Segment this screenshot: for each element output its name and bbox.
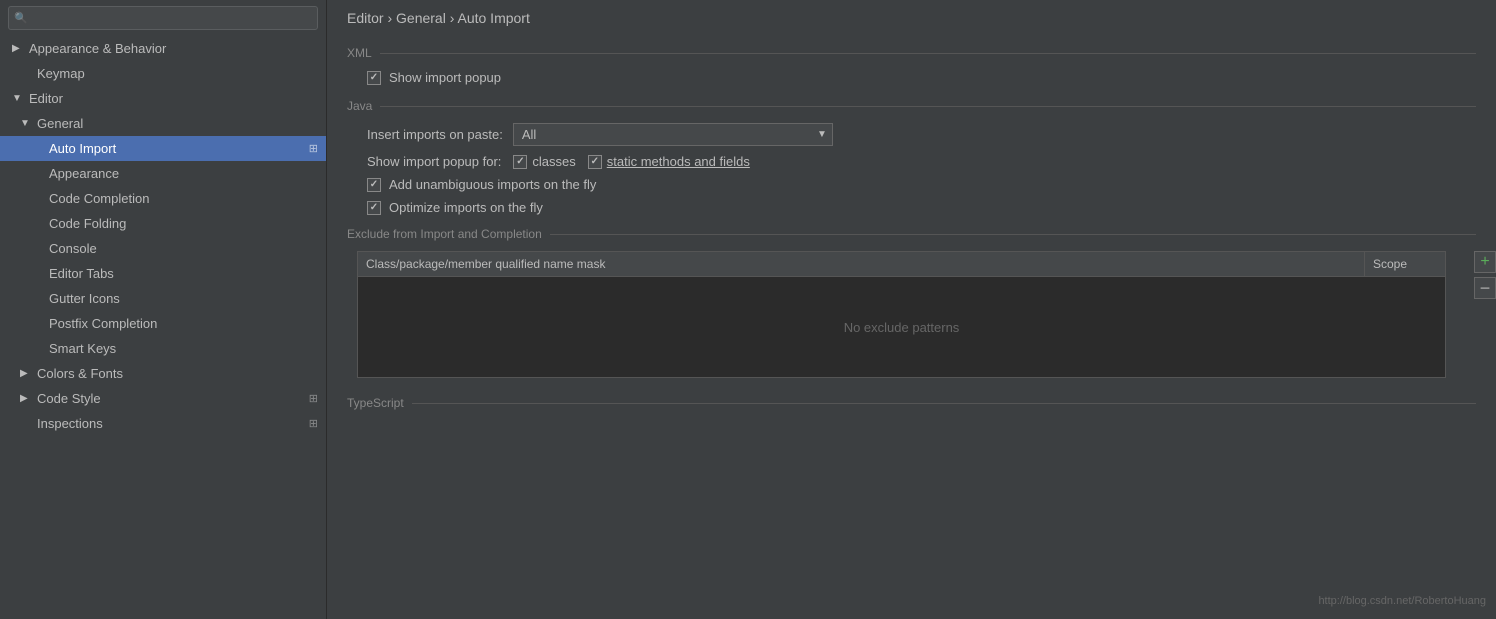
sidebar-item-editor-tabs[interactable]: Editor Tabs (0, 261, 326, 286)
sidebar-item-label: Appearance (49, 166, 119, 181)
nav-list: ▶ Appearance & Behavior Keymap ▼ Editor ▼ Gene… (0, 36, 326, 436)
sidebar-item-keymap[interactable]: Keymap (0, 61, 326, 86)
sidebar-item-gutter-icons[interactable]: Gutter Icons (0, 286, 326, 311)
exclude-buttons: + − (1474, 251, 1496, 299)
arrow-icon: ▶ (20, 393, 32, 404)
sidebar-item-appearance-behavior[interactable]: ▶ Appearance & Behavior (0, 36, 326, 61)
sidebar-item-label: Inspections (37, 416, 103, 431)
sidebar-item-inspections[interactable]: Inspections ⊞ (0, 411, 326, 436)
main-panel: Editor › General › Auto Import XML Show … (327, 0, 1496, 619)
sidebar-item-label: Gutter Icons (49, 291, 120, 306)
exclude-section: Exclude from Import and Completion Class… (347, 227, 1476, 378)
sidebar-item-postfix-completion[interactable]: Postfix Completion (0, 311, 326, 336)
insert-paste-row: Insert imports on paste: All Ask None ▼ (367, 123, 1476, 146)
arrow-icon: ▼ (12, 93, 24, 104)
exclude-section-header: Exclude from Import and Completion (347, 227, 1476, 241)
sidebar-item-label: Auto Import (49, 141, 116, 156)
sidebar-item-code-completion[interactable]: Code Completion (0, 186, 326, 211)
xml-show-import-checkbox[interactable] (367, 71, 381, 85)
content-area: XML Show import popup Java Insert import… (327, 36, 1496, 619)
show-import-popup-label: Show import popup for: (367, 154, 501, 169)
sidebar-item-label: Editor Tabs (49, 266, 114, 281)
sidebar-item-label: Keymap (37, 66, 85, 81)
search-box-wrap (0, 0, 326, 36)
exclude-table-header: Class/package/member qualified name mask… (358, 252, 1445, 277)
classes-checkbox[interactable] (513, 155, 527, 169)
sidebar-item-smart-keys[interactable]: Smart Keys (0, 336, 326, 361)
exclude-table-wrap: Class/package/member qualified name mask… (347, 251, 1466, 378)
add-unambiguous-row: Add unambiguous imports on the fly (367, 177, 1476, 192)
xml-section-header: XML (347, 46, 1476, 60)
remove-pattern-button[interactable]: − (1474, 277, 1496, 299)
sidebar-item-label: Code Style (37, 391, 101, 406)
sidebar-item-label: Appearance & Behavior (29, 41, 166, 56)
sidebar-item-label: Code Folding (49, 216, 126, 231)
add-pattern-button[interactable]: + (1474, 251, 1496, 273)
xml-show-import-label: Show import popup (389, 70, 501, 85)
sidebar-item-console[interactable]: Console (0, 236, 326, 261)
show-import-popup-row: Show import popup for: classes static me… (367, 154, 1476, 169)
insert-imports-label: Insert imports on paste: (367, 127, 503, 142)
classes-label: classes (532, 154, 575, 169)
sidebar-item-code-style[interactable]: ▶ Code Style ⊞ (0, 386, 326, 411)
arrow-icon: ▶ (20, 368, 32, 379)
xml-show-import-row: Show import popup (367, 70, 1476, 85)
add-unambiguous-label: Add unambiguous imports on the fly (389, 177, 596, 192)
sidebar-item-appearance[interactable]: Appearance (0, 161, 326, 186)
watermark: http://blog.csdn.net/RobertoHuang (1318, 595, 1486, 607)
sidebar-item-label: Console (49, 241, 97, 256)
sidebar-item-label: Colors & Fonts (37, 366, 123, 381)
col-scope-header: Scope (1365, 252, 1445, 276)
static-methods-checkbox-wrap: static methods and fields (588, 154, 750, 169)
breadcrumb: Editor › General › Auto Import (327, 0, 1496, 36)
nav-item-copy-icon: ⊞ (309, 392, 318, 405)
sidebar-item-label: Smart Keys (49, 341, 116, 356)
add-unambiguous-checkbox[interactable] (367, 178, 381, 192)
sidebar: ▶ Appearance & Behavior Keymap ▼ Editor ▼ Gene… (0, 0, 327, 619)
sidebar-item-label: Code Completion (49, 191, 149, 206)
nav-item-copy-icon: ⊞ (309, 142, 318, 155)
sidebar-item-auto-import[interactable]: Auto Import ⊞ (0, 136, 326, 161)
sidebar-item-code-folding[interactable]: Code Folding (0, 211, 326, 236)
sidebar-item-label: Editor (29, 91, 63, 106)
dropdown-wrap: All Ask None ▼ (513, 123, 833, 146)
exclude-table: Class/package/member qualified name mask… (357, 251, 1446, 378)
java-section-header: Java (347, 99, 1476, 113)
nav-item-copy-icon: ⊞ (309, 417, 318, 430)
sidebar-item-label: General (37, 116, 83, 131)
sidebar-item-colors-fonts[interactable]: ▶ Colors & Fonts (0, 361, 326, 386)
static-methods-label: static methods and fields (607, 154, 750, 169)
no-patterns-text: No exclude patterns (844, 320, 960, 335)
exclude-body: No exclude patterns (358, 277, 1445, 377)
classes-checkbox-wrap: classes (513, 154, 575, 169)
sidebar-item-general[interactable]: ▼ General (0, 111, 326, 136)
arrow-icon: ▼ (20, 118, 32, 129)
search-wrap (8, 6, 318, 30)
arrow-icon: ▶ (12, 43, 24, 54)
typescript-section: TypeScript (347, 396, 1476, 410)
search-input[interactable] (8, 6, 318, 30)
typescript-section-header: TypeScript (347, 396, 1476, 410)
breadcrumb-text: Editor › General › Auto Import (347, 10, 530, 26)
optimize-imports-checkbox[interactable] (367, 201, 381, 215)
sidebar-item-label: Postfix Completion (49, 316, 157, 331)
static-methods-checkbox[interactable] (588, 155, 602, 169)
col-name-header: Class/package/member qualified name mask (358, 252, 1365, 276)
insert-imports-dropdown[interactable]: All Ask None (513, 123, 833, 146)
sidebar-item-editor[interactable]: ▼ Editor (0, 86, 326, 111)
optimize-imports-label: Optimize imports on the fly (389, 200, 543, 215)
optimize-imports-row: Optimize imports on the fly (367, 200, 1476, 215)
